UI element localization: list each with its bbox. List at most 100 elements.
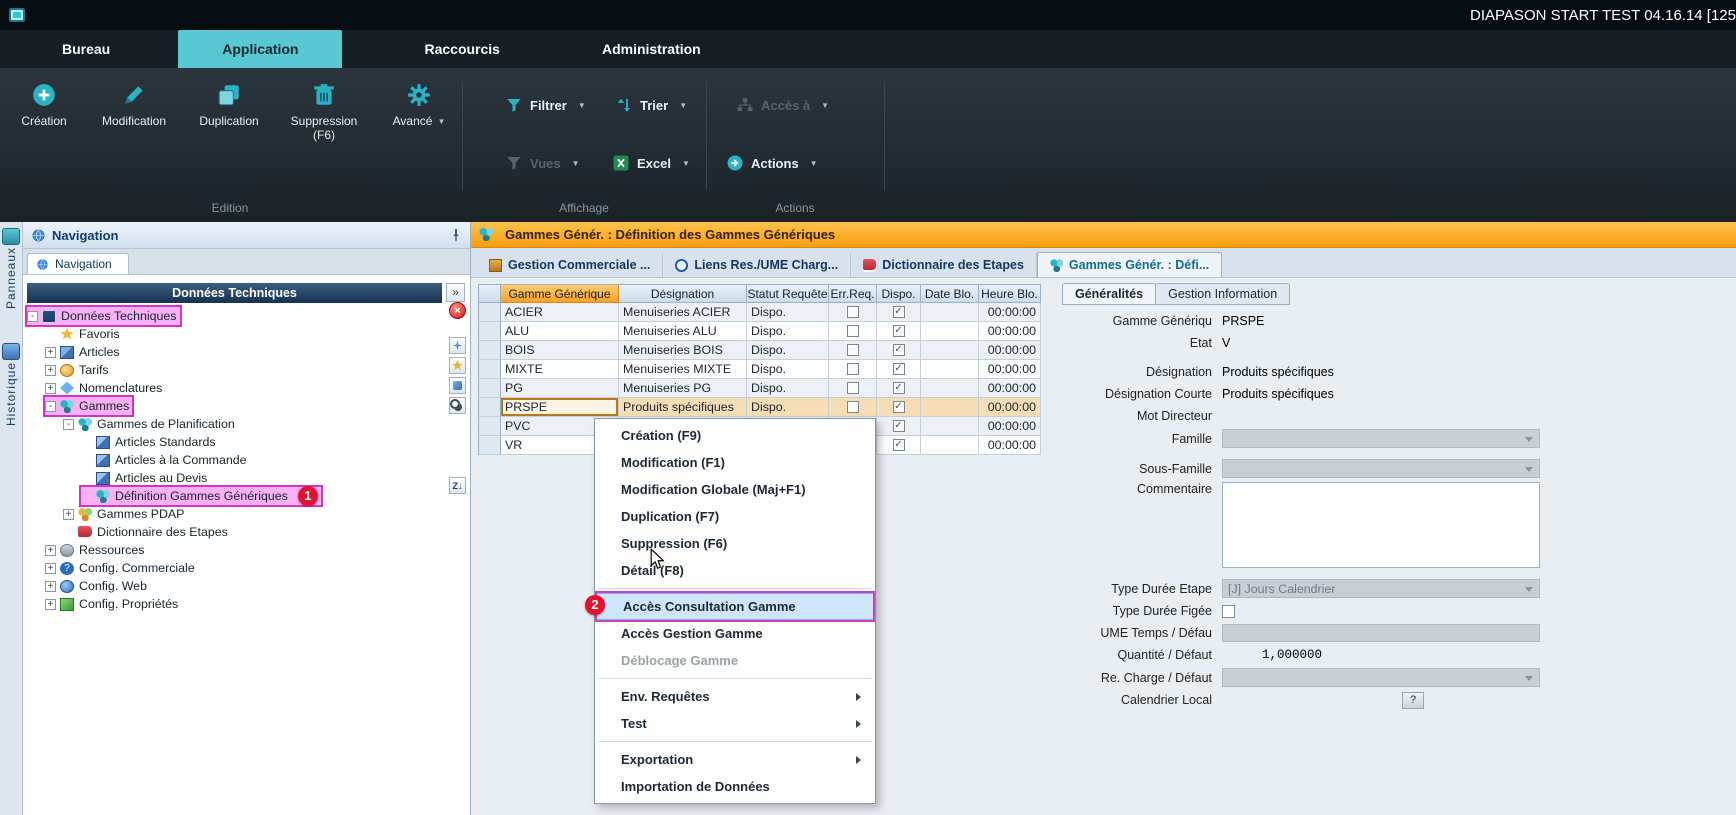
- column-header-err-req[interactable]: Err.Req.: [829, 285, 877, 303]
- err-req-checkbox[interactable]: [847, 382, 859, 394]
- tree-expander[interactable]: +: [45, 545, 56, 556]
- row-selector[interactable]: [479, 322, 501, 341]
- vues-button[interactable]: Vues ▼: [505, 154, 580, 172]
- avance-button[interactable]: Avancé▼: [376, 78, 462, 143]
- commentaire-textarea[interactable]: [1222, 482, 1540, 568]
- tree-expander[interactable]: +: [45, 365, 56, 376]
- menu-item[interactable]: Suppression (F6): [595, 530, 875, 557]
- cell-gamme-generique[interactable]: ALU: [501, 322, 619, 341]
- famille-select[interactable]: [1222, 429, 1540, 448]
- tree-expander[interactable]: -: [27, 311, 38, 322]
- dispo-checkbox[interactable]: [893, 439, 905, 451]
- tree-item[interactable]: - Données Techniques: [27, 307, 180, 325]
- cell-designation[interactable]: Menuiseries ALU: [619, 322, 747, 341]
- cell-gamme-generique[interactable]: PRSPE: [501, 398, 619, 417]
- menu-item[interactable]: Duplication (F7): [595, 503, 875, 530]
- column-header-heure-blo[interactable]: Heure Blo.: [979, 285, 1041, 303]
- cell-heure-blo[interactable]: 00:00:00: [979, 417, 1041, 436]
- expand-panel-button[interactable]: »: [446, 283, 465, 302]
- tree-item[interactable]: Articles Standards: [81, 433, 219, 451]
- document-tab[interactable]: Gammes Génér. : Défi...: [1037, 252, 1222, 277]
- cell-heure-blo[interactable]: 00:00:00: [979, 398, 1041, 417]
- row-selector[interactable]: [479, 303, 501, 322]
- dispo-checkbox[interactable]: [893, 382, 905, 394]
- cell-err-req[interactable]: [829, 341, 877, 360]
- cell-designation[interactable]: Menuiseries ACIER: [619, 303, 747, 322]
- cell-date-blo[interactable]: [921, 303, 979, 322]
- tree-expander[interactable]: +: [63, 509, 74, 520]
- creation-button[interactable]: Création: [6, 78, 82, 143]
- tree-item[interactable]: Dictionnaire des Etapes: [63, 523, 231, 541]
- cell-err-req[interactable]: [829, 379, 877, 398]
- cell-dispo[interactable]: [877, 398, 921, 417]
- acces-a-button[interactable]: Accès à ▼: [736, 96, 829, 114]
- menu-item[interactable]: Création (F9): [595, 422, 875, 449]
- cell-statut-requete[interactable]: Dispo.: [747, 360, 829, 379]
- tree-expander[interactable]: +: [45, 563, 56, 574]
- cell-date-blo[interactable]: [921, 417, 979, 436]
- err-req-checkbox[interactable]: [847, 363, 859, 375]
- trier-button[interactable]: Trier ▼: [615, 96, 687, 114]
- tree-item[interactable]: + Config. Propriétés: [45, 595, 181, 613]
- cell-err-req[interactable]: [829, 360, 877, 379]
- menu-item[interactable]: Déblocage Gamme: [595, 647, 875, 674]
- column-header-statut-requete[interactable]: Statut Requête: [747, 285, 829, 303]
- tree-expander[interactable]: -: [45, 401, 56, 412]
- document-tab[interactable]: Liens Res./UME Charg...: [663, 253, 851, 277]
- dispo-checkbox[interactable]: [893, 363, 905, 375]
- modification-button[interactable]: Modification: [88, 78, 180, 143]
- duplication-button[interactable]: Duplication: [186, 78, 272, 143]
- cell-gamme-generique[interactable]: PG: [501, 379, 619, 398]
- table-row[interactable]: PG Menuiseries PG Dispo. 00:00:00: [479, 379, 1041, 398]
- cell-err-req[interactable]: [829, 303, 877, 322]
- cell-dispo[interactable]: [877, 417, 921, 436]
- tree-expander[interactable]: +: [45, 581, 56, 592]
- table-row[interactable]: MIXTE Menuiseries MIXTE Dispo. 00:00:00: [479, 360, 1041, 379]
- tree-item[interactable]: + Config. Web: [45, 577, 150, 595]
- pin-icon[interactable]: [450, 228, 462, 242]
- tree-item[interactable]: Articles à la Commande: [81, 451, 250, 469]
- cell-dispo[interactable]: [877, 303, 921, 322]
- cell-designation[interactable]: Menuiseries PG: [619, 379, 747, 398]
- cell-gamme-generique[interactable]: MIXTE: [501, 360, 619, 379]
- row-selector[interactable]: [479, 417, 501, 436]
- historique-dock-icon[interactable]: [2, 343, 20, 360]
- cell-heure-blo[interactable]: 00:00:00: [979, 303, 1041, 322]
- menu-item[interactable]: Détail (F8): [595, 557, 875, 584]
- type-duree-etape-select[interactable]: [J] Jours Calendrier: [1222, 579, 1540, 598]
- column-header-designation[interactable]: Désignation: [619, 285, 747, 303]
- cell-designation[interactable]: Menuiseries MIXTE: [619, 360, 747, 379]
- row-selector[interactable]: [479, 360, 501, 379]
- calendrier-local-button[interactable]: ?: [1402, 692, 1424, 709]
- panneaux-vertical-tab[interactable]: Panneaux: [4, 245, 18, 317]
- tree-item[interactable]: + Articles: [45, 343, 123, 361]
- type-duree-figee-checkbox[interactable]: [1222, 605, 1235, 618]
- dispo-checkbox[interactable]: [893, 401, 905, 413]
- historique-vertical-tab[interactable]: Historique: [4, 360, 18, 434]
- tab-bureau[interactable]: Bureau: [38, 30, 134, 68]
- column-header-date-blo[interactable]: Date Blo.: [921, 285, 979, 303]
- cell-gamme-generique[interactable]: ACIER: [501, 303, 619, 322]
- cell-date-blo[interactable]: [921, 360, 979, 379]
- cell-designation[interactable]: Menuiseries BOIS: [619, 341, 747, 360]
- cell-statut-requete[interactable]: Dispo.: [747, 322, 829, 341]
- tab-generalites[interactable]: Généralités: [1062, 283, 1156, 305]
- excel-button[interactable]: Excel ▼: [612, 154, 690, 172]
- tab-application[interactable]: Application: [178, 30, 342, 68]
- table-row[interactable]: BOIS Menuiseries BOIS Dispo. 00:00:00: [479, 341, 1041, 360]
- panneaux-dock-icon[interactable]: [2, 228, 20, 245]
- dispo-checkbox[interactable]: [893, 325, 905, 337]
- tree-item[interactable]: + Tarifs: [45, 361, 112, 379]
- menu-item[interactable]: Modification Globale (Maj+F1): [595, 476, 875, 503]
- cell-date-blo[interactable]: [921, 398, 979, 417]
- dispo-checkbox[interactable]: [893, 306, 905, 318]
- tree-item[interactable]: Favoris: [45, 325, 123, 343]
- tree-expander[interactable]: +: [45, 599, 56, 610]
- menu-item[interactable]: Modification (F1): [595, 449, 875, 476]
- cell-heure-blo[interactable]: 00:00:00: [979, 322, 1041, 341]
- cell-date-blo[interactable]: [921, 322, 979, 341]
- tree-expander[interactable]: +: [45, 383, 56, 394]
- cell-dispo[interactable]: [877, 379, 921, 398]
- column-header-dispo[interactable]: Dispo.: [877, 285, 921, 303]
- menu-item[interactable]: Env. Requêtes: [595, 683, 875, 710]
